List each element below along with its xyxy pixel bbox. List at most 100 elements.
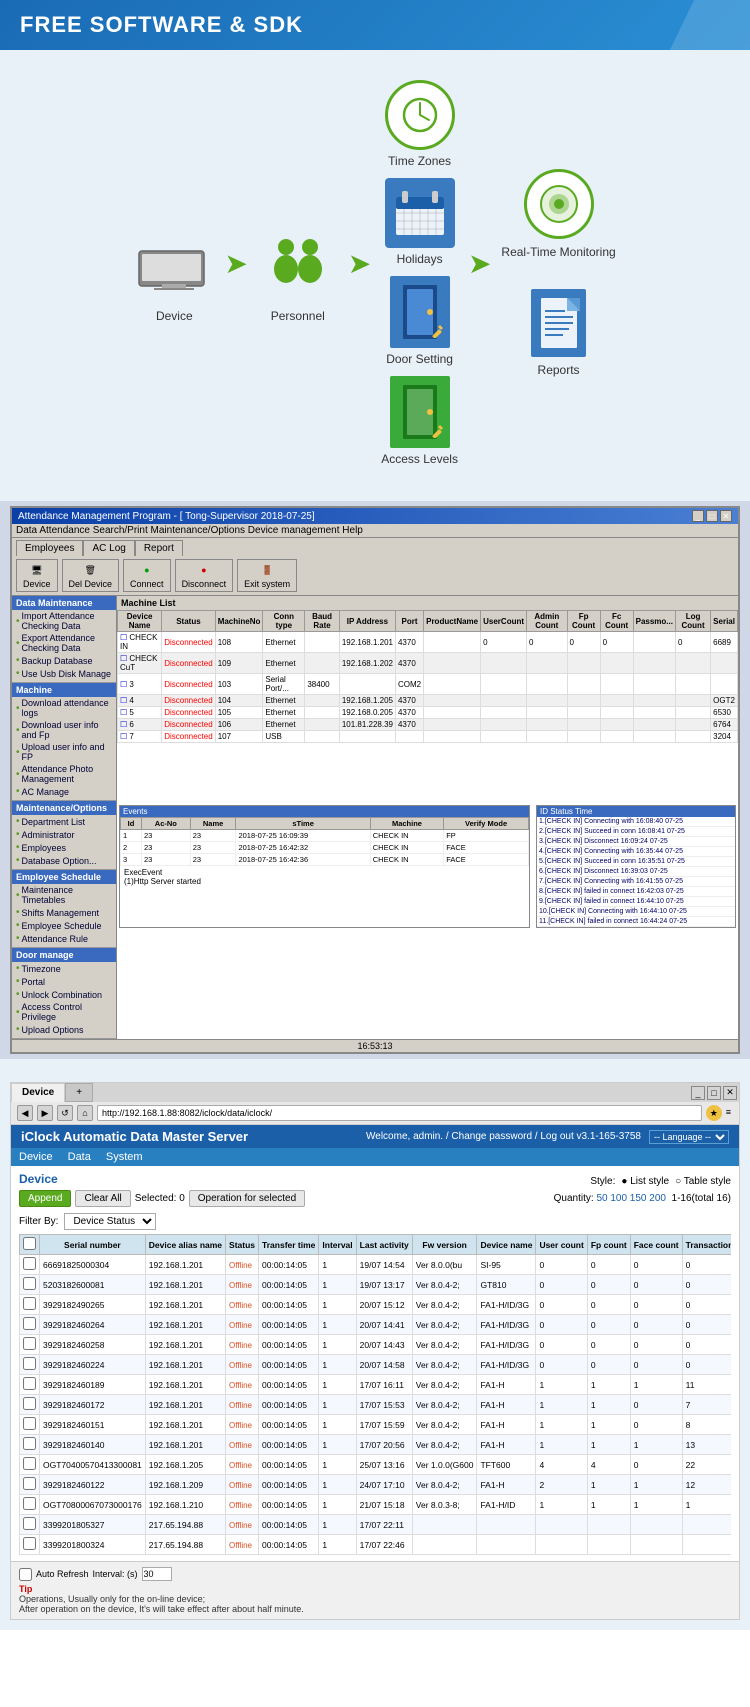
row-checkbox[interactable] [23, 1397, 36, 1410]
window-controls[interactable]: _ □ ✕ [692, 510, 732, 522]
sidebar-item-download-logs[interactable]: Download attendance logs [12, 697, 116, 719]
realtime-label: Real-Time Monitoring [501, 245, 615, 259]
col-baud-rate: Baud Rate [305, 611, 340, 632]
browser-maximize[interactable]: □ [707, 1086, 721, 1100]
row-checkbox[interactable] [23, 1477, 36, 1490]
sidebar-item-portal[interactable]: Portal [12, 975, 116, 988]
access-levels-label: Access Levels [381, 452, 458, 466]
arrow-1-icon: ➤ [224, 247, 247, 280]
tab-aclog[interactable]: AC Log [83, 540, 134, 556]
sidebar-item-import[interactable]: Import Attendance Checking Data [12, 610, 116, 632]
sidebar-item-export[interactable]: Export Attendance Checking Data [12, 632, 116, 654]
sidebar-item-employees[interactable]: Employees [12, 841, 116, 854]
filter-select[interactable]: Device Status [64, 1213, 156, 1230]
row-checkbox[interactable] [23, 1457, 36, 1470]
sidebar-item-attendance-rule[interactable]: Attendance Rule [12, 932, 116, 945]
sidebar-item-unlock[interactable]: Unlock Combination [12, 988, 116, 1001]
sidebar-item-photo[interactable]: Attendance Photo Management [12, 763, 116, 785]
sidebar-item-dept[interactable]: Department List [12, 815, 116, 828]
browser-close[interactable]: ✕ [723, 1086, 737, 1100]
nav-system[interactable]: System [106, 1151, 143, 1163]
auto-refresh-checkbox[interactable] [19, 1568, 32, 1581]
realtime-icon [524, 169, 594, 239]
append-button[interactable]: Append [19, 1190, 71, 1207]
col-fpcount: Fp Count [567, 611, 600, 632]
col-logcount: Log Count [675, 611, 710, 632]
language-select[interactable]: -- Language -- [649, 1130, 729, 1144]
row-checkbox[interactable] [23, 1497, 36, 1510]
sidebar-item-backup[interactable]: Backup Database [12, 654, 116, 667]
row-checkbox[interactable] [23, 1417, 36, 1430]
row-checkbox[interactable] [23, 1257, 36, 1270]
row-checkbox[interactable] [23, 1337, 36, 1350]
minimize-button[interactable]: _ [692, 510, 704, 522]
sidebar-item-upload-opts[interactable]: Upload Options [12, 1023, 116, 1036]
row-checkbox[interactable] [23, 1517, 36, 1530]
sidebar-item-ac[interactable]: AC Manage [12, 785, 116, 798]
browser-tab-device[interactable]: Device [11, 1083, 65, 1102]
row-checkbox[interactable] [23, 1277, 36, 1290]
back-button[interactable]: ◀ [17, 1105, 33, 1121]
row-checkbox[interactable] [23, 1357, 36, 1370]
row-checkbox[interactable] [23, 1297, 36, 1310]
exit-system-button[interactable]: 🚪 Exit system [237, 559, 297, 592]
operation-button[interactable]: Operation for selected [189, 1190, 305, 1207]
forward-button[interactable]: ▶ [37, 1105, 53, 1121]
select-all-checkbox[interactable] [23, 1237, 36, 1250]
new-tab-button[interactable]: + [65, 1083, 93, 1102]
refresh-button[interactable]: ↺ [57, 1105, 73, 1121]
sidebar-item-timezone[interactable]: Timezone [12, 962, 116, 975]
browser-tabs: Device + _ □ ✕ [11, 1083, 739, 1102]
row-checkbox[interactable] [23, 1317, 36, 1330]
sidebar-item-admin[interactable]: Administrator [12, 828, 116, 841]
sidebar-item-timetables[interactable]: Maintenance Timetables [12, 884, 116, 906]
col-checkbox [20, 1235, 40, 1255]
table-style-option[interactable]: ○ Table style [675, 1176, 731, 1187]
row-checkbox[interactable] [23, 1537, 36, 1550]
browser-window-controls[interactable]: _ □ ✕ [689, 1083, 739, 1102]
reports-icon [531, 289, 586, 357]
timezones-icon [385, 80, 455, 150]
device-button[interactable]: 🖥 Device [16, 559, 58, 592]
maximize-button[interactable]: □ [706, 510, 718, 522]
sidebar-item-shifts[interactable]: Shifts Management [12, 906, 116, 919]
sidebar-item-db[interactable]: Database Option... [12, 854, 116, 867]
device-icon [134, 223, 214, 303]
list-item: 3929182460189192.168.1.201Offline00:00:1… [20, 1375, 732, 1395]
arrow-3-icon: ➤ [468, 247, 491, 280]
row-checkbox[interactable] [23, 1437, 36, 1450]
col-fccount: Fc Count [600, 611, 633, 632]
list-item: 3929182460122192.168.1.209Offline00:00:1… [20, 1475, 732, 1495]
events-col-stime: sTime [236, 818, 370, 830]
connect-button[interactable]: ● Connect [123, 559, 171, 592]
row-checkbox[interactable] [23, 1377, 36, 1390]
device-toolbar-icon: 🖥 [29, 562, 45, 578]
tab-report[interactable]: Report [135, 540, 183, 556]
sidebar-item-upload-user[interactable]: Upload user info and FP [12, 741, 116, 763]
iclock-content-header: Device Style: ● List style ○ Table style [19, 1172, 731, 1190]
col-port: Port [395, 611, 423, 632]
browser-minimize[interactable]: _ [691, 1086, 705, 1100]
sidebar-item-access-priv[interactable]: Access Control Privilege [12, 1001, 116, 1023]
sidebar-item-download-user[interactable]: Download user info and Fp [12, 719, 116, 741]
sidebar-item-emp-schedule[interactable]: Employee Schedule [12, 919, 116, 932]
del-device-button[interactable]: 🗑 Del Device [62, 559, 120, 592]
clear-all-button[interactable]: Clear All [75, 1190, 130, 1207]
disconnect-button[interactable]: ● Disconnect [175, 559, 234, 592]
close-button[interactable]: ✕ [720, 510, 732, 522]
log-item: 8.[CHECK IN] failed in connect 16:42:03 … [537, 887, 735, 897]
url-bar[interactable] [97, 1105, 702, 1121]
home-button[interactable]: ⌂ [77, 1105, 93, 1121]
nav-device[interactable]: Device [19, 1151, 53, 1163]
iclock-welcome: Welcome, admin. / Change password / Log … [366, 1131, 641, 1142]
tab-employees[interactable]: Employees [16, 540, 83, 556]
extension-icon[interactable]: ≡ [724, 1105, 733, 1121]
nav-data[interactable]: Data [68, 1151, 91, 1163]
list-item: 3399201805327217.65.194.88Offline00:00:1… [20, 1515, 732, 1535]
interval-input[interactable] [142, 1567, 172, 1581]
filter-row: Filter By: Device Status [19, 1213, 731, 1230]
list-style-option[interactable]: ● List style [621, 1176, 669, 1187]
amp-menubar[interactable]: Data Attendance Search/Print Maintenance… [12, 524, 738, 538]
bookmark-icon[interactable]: ★ [706, 1105, 722, 1121]
sidebar-item-usb[interactable]: Use Usb Disk Manage [12, 667, 116, 680]
